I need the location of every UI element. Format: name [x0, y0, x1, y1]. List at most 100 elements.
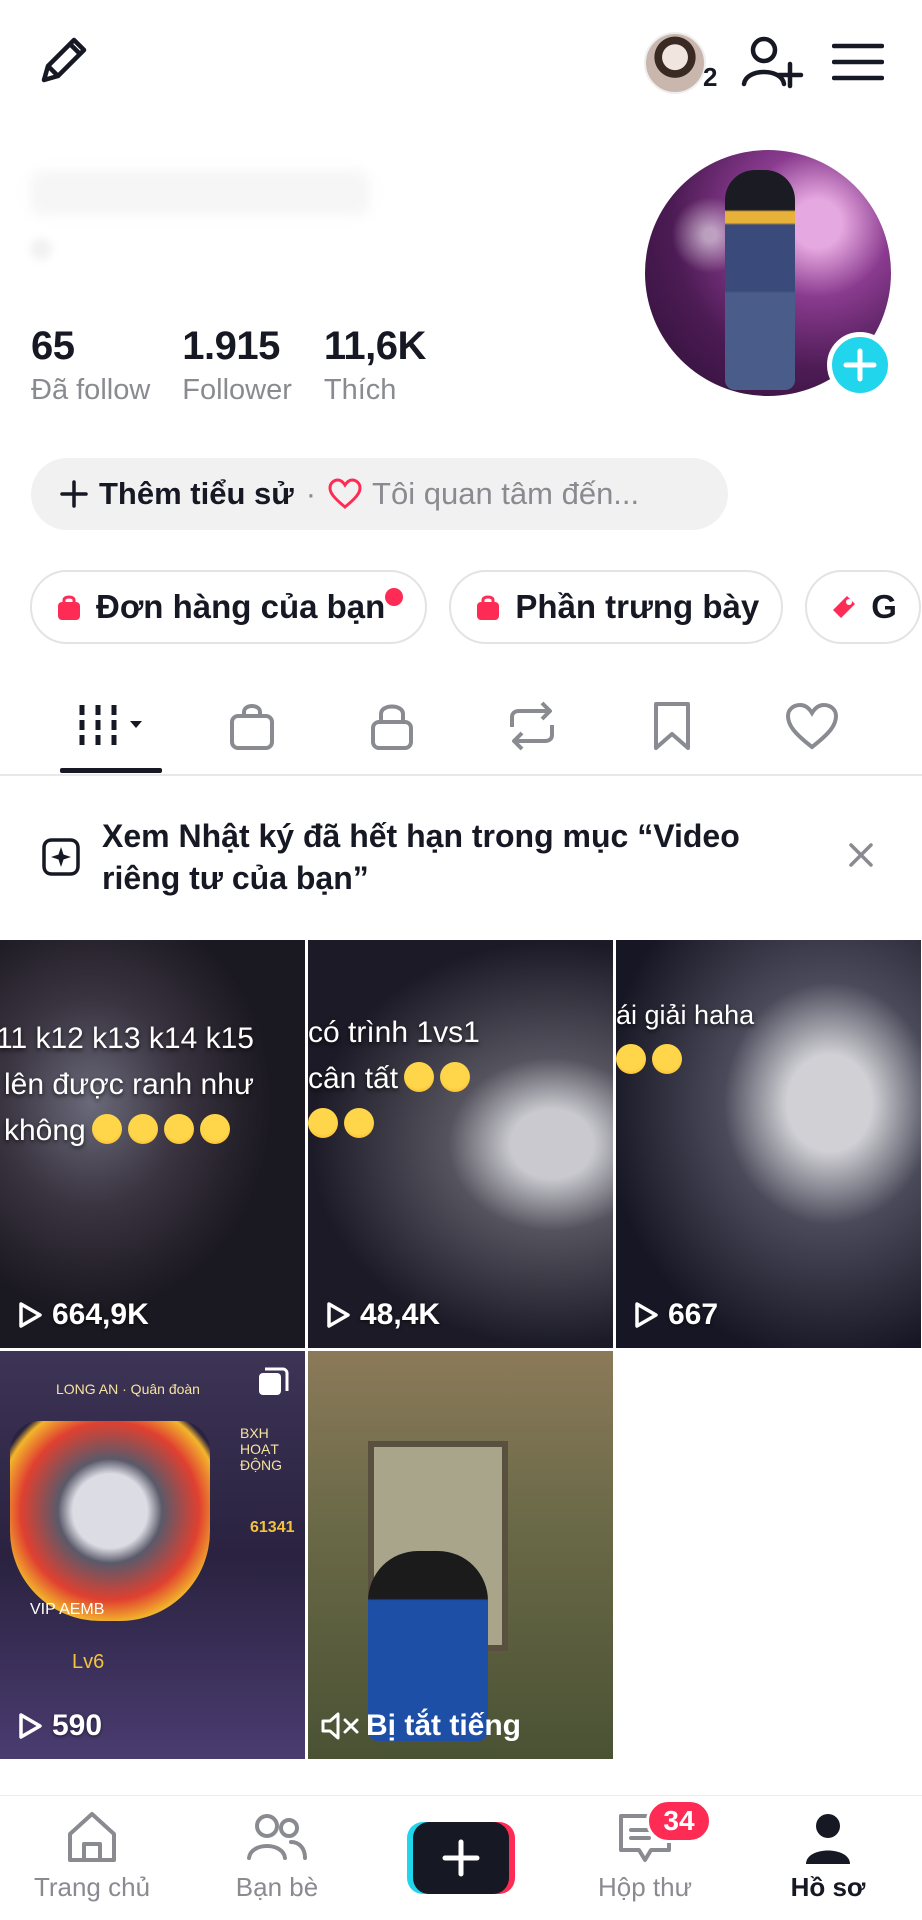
nav-label: Trang chủ: [33, 1872, 151, 1902]
play-icon: [19, 1713, 42, 1739]
smirk-emoji-icon: [440, 1062, 471, 1092]
smirk-emoji-icon: [404, 1062, 435, 1092]
plus-icon: [60, 480, 88, 508]
video-caption: 11 k12 k13 k14 k15 lên được ranh như khô…: [0, 1016, 254, 1154]
gift-icon: [833, 596, 856, 618]
repost-icon: [510, 701, 554, 751]
friends-count: 2: [703, 62, 718, 92]
vip-label: VIP AEMB: [30, 1601, 105, 1618]
heart-icon: [328, 478, 362, 509]
caption-line: lên được ranh như: [4, 1068, 254, 1101]
shortcut-chips: Đơn hàng của bạn Phần trưng bày G: [30, 570, 922, 644]
smirk-emoji-icon: [127, 1114, 158, 1144]
wolf-emblem: [10, 1421, 210, 1621]
menu-button[interactable]: [831, 40, 885, 84]
stat-likes[interactable]: 11,6K Thích: [323, 322, 427, 410]
stat-label: Đã follow: [31, 374, 151, 406]
caption-line: ái giải haha: [616, 1000, 755, 1030]
chip-label: Phần trưng bày: [515, 588, 760, 625]
plus-icon: [843, 348, 877, 382]
add-user-icon: [741, 36, 804, 89]
caption-line: có trình 1vs1: [308, 1016, 480, 1049]
close-icon[interactable]: [846, 840, 876, 870]
add-friend-button[interactable]: [738, 30, 804, 94]
smirk-emoji-icon: [308, 1108, 338, 1138]
caption-line-with-emoji: không: [0, 1108, 254, 1154]
video-thumbnail[interactable]: có trình 1vs1 cân tất 48,4K: [308, 940, 613, 1348]
tab-private[interactable]: [362, 696, 422, 756]
smirk-emoji-icon: [616, 1044, 646, 1074]
view-count: 590: [16, 1709, 102, 1743]
banner-text: Xem Nhật ký đã hết hạn trong mục “Video …: [102, 818, 740, 896]
lock-icon: [371, 704, 413, 750]
stat-followers[interactable]: 1.915 Follower: [182, 322, 292, 410]
view-count: 48,4K: [324, 1298, 440, 1332]
video-thumbnail[interactable]: Bị tắt tiếng: [308, 1351, 613, 1759]
muted-label: Bị tắt tiếng: [366, 1709, 521, 1742]
bookmark-icon: [654, 702, 690, 750]
smirk-emoji-icon: [91, 1114, 122, 1144]
clan-label: LONG AN · Quân đoàn: [56, 1381, 200, 1397]
bio-pill[interactable]: Thêm tiểu sử · Tôi quan tâm đến...: [31, 458, 728, 530]
nav-home[interactable]: Trang chủ: [12, 1810, 172, 1903]
pencil-icon: [41, 37, 87, 83]
shopping-bag-icon: [230, 704, 274, 750]
video-caption: có trình 1vs1 cân tất: [308, 1010, 480, 1148]
active-tab-indicator: [60, 768, 162, 773]
video-thumbnail[interactable]: ái giải haha 667: [616, 940, 921, 1348]
add-bio-label: Thêm tiểu sử: [99, 476, 294, 511]
create-plus-icon: [407, 1822, 515, 1894]
shopping-bag-icon: [477, 595, 500, 620]
nav-label: Bạn bè: [235, 1872, 319, 1902]
tab-shop[interactable]: [222, 696, 282, 756]
view-count: 664,9K: [16, 1298, 149, 1332]
expired-stories-banner[interactable]: Xem Nhật ký đã hết hạn trong mục “Video …: [0, 780, 922, 930]
bottom-navigation: Trang chủ Bạn bè Hộp thư 34 Hồ sơ: [0, 1795, 922, 1920]
video-thumbnail[interactable]: 11 k12 k13 k14 k15 lên được ranh như khô…: [0, 940, 305, 1348]
tab-videos[interactable]: [70, 696, 162, 756]
stat-label: Follower: [182, 374, 292, 406]
add-bio-button[interactable]: Thêm tiểu sử: [59, 476, 294, 512]
caption-line-with-emoji: cân tất: [308, 1056, 480, 1102]
caption-line: 11 k12 k13 k14 k15: [0, 1022, 254, 1055]
nav-profile[interactable]: Hồ sơ: [748, 1810, 908, 1903]
play-icon: [19, 1302, 42, 1328]
edit-profile-button[interactable]: [30, 30, 94, 94]
nav-friends[interactable]: Bạn bè: [197, 1810, 357, 1903]
caption-line: không: [4, 1114, 86, 1147]
notification-dot: [385, 588, 404, 606]
chip-label: Đơn hàng của bạn: [96, 588, 386, 625]
shopping-bag-icon: [58, 595, 80, 620]
content-tabs: [0, 680, 922, 776]
rank-label: BXH HOẠT ĐỘNG: [240, 1425, 282, 1473]
tab-liked[interactable]: [780, 696, 844, 756]
stat-value: 1.915: [182, 324, 280, 368]
stat-label: Thích: [323, 374, 397, 406]
stat-following[interactable]: 65 Đã follow: [31, 322, 150, 410]
bio-separator: ·: [305, 476, 317, 511]
hamburger-icon: [831, 43, 885, 81]
friends-avatar[interactable]: [644, 32, 706, 94]
score-value: 61341: [250, 1519, 295, 1536]
add-photo-button[interactable]: [827, 332, 893, 398]
view-count-value: 664,9K: [52, 1298, 149, 1331]
video-caption: ái giải haha: [616, 992, 754, 1084]
muted-status: Bị tắt tiếng: [320, 1709, 521, 1743]
view-count-value: 48,4K: [360, 1298, 441, 1331]
interests-button[interactable]: Tôi quan tâm đến...: [328, 476, 639, 512]
nav-label: Hồ sơ: [790, 1872, 866, 1902]
tab-reposts[interactable]: [502, 696, 562, 756]
chip-showcase[interactable]: Phần trưng bày: [449, 570, 784, 644]
view-count-value: 667: [668, 1298, 719, 1331]
sparkle-square-icon: [42, 838, 80, 876]
friends-icon: [247, 1814, 307, 1860]
multi-photo-icon: [259, 1367, 289, 1395]
chip-partial[interactable]: G: [805, 570, 921, 644]
username-blurred: [30, 170, 370, 216]
video-thumbnail[interactable]: LONG AN · Quân đoàn BXH HOẠT ĐỘNG 61341 …: [0, 1351, 305, 1759]
tab-saved[interactable]: [642, 696, 702, 756]
view-count-value: 590: [52, 1709, 103, 1742]
chip-orders[interactable]: Đơn hàng của bạn: [30, 570, 428, 644]
create-button[interactable]: [407, 1822, 515, 1894]
smirk-emoji-icon: [344, 1108, 374, 1138]
